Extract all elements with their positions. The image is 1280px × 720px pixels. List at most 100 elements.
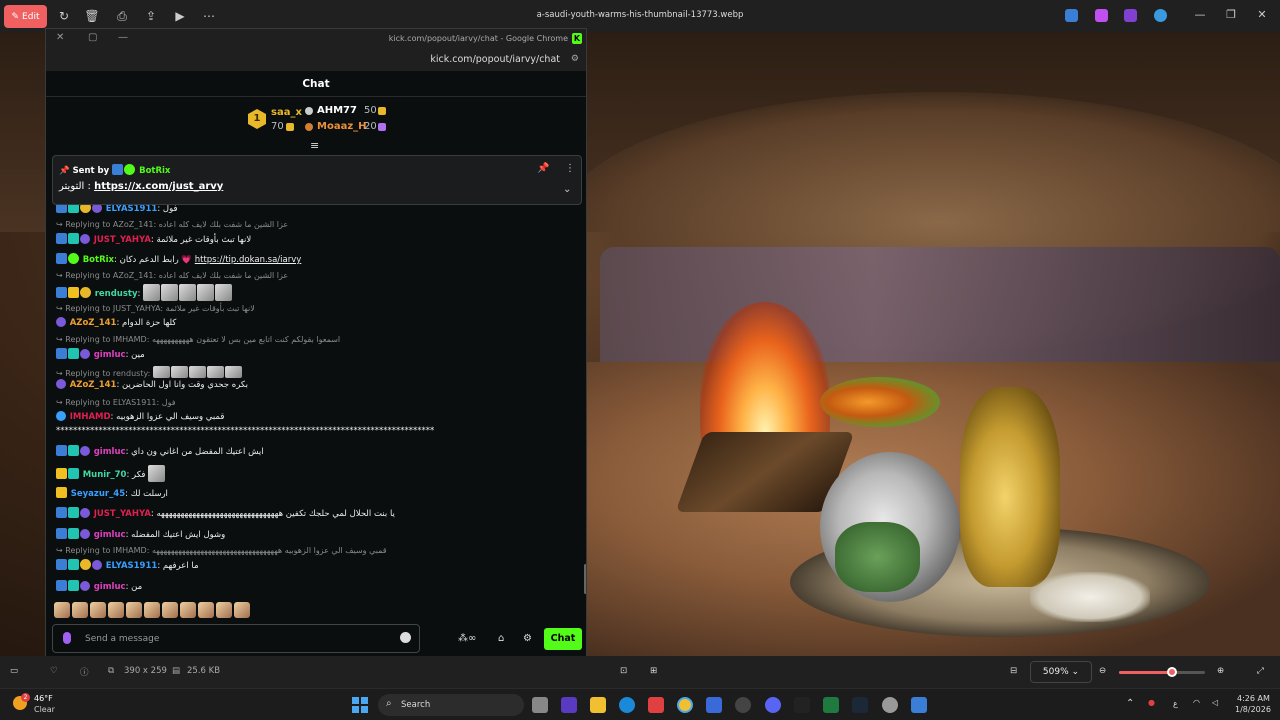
emote[interactable] [216,602,232,618]
share-icon[interactable]: ⇪ [143,8,159,24]
emote[interactable] [108,602,124,618]
emote[interactable] [72,602,88,618]
taskbar-search[interactable]: ⌕ Search [378,694,524,716]
emote[interactable] [54,602,70,618]
chat-username[interactable]: ELYAS1911 [106,561,158,571]
wifi-icon[interactable]: ◠ [1193,698,1200,707]
zoom-out-icon[interactable]: ⊖ [1099,666,1106,676]
leader-third-name[interactable]: Moaaz_H [317,121,367,132]
zoom-in-icon[interactable]: ⊕ [1217,666,1224,676]
collapse-leaderboard-icon[interactable]: ≡ [310,139,319,152]
photos-icon[interactable] [911,697,927,713]
emote[interactable] [144,602,160,618]
chat-scrollbar[interactable] [584,564,586,594]
task-view-icon[interactable] [532,697,548,713]
chat-username[interactable]: JUST_YAHYA [94,509,151,519]
emote[interactable] [162,602,178,618]
print-icon[interactable]: ⎙ [114,8,130,24]
chat-username[interactable]: gimluc [94,447,126,457]
reply-indicator[interactable]: ↪ Replying to JUST_YAHYA: لانها تبث بأوق… [56,304,576,313]
steam-icon[interactable] [852,697,868,713]
store-icon[interactable]: ⌂ [498,633,504,644]
chat-username[interactable]: gimluc [94,582,126,592]
pinned-link[interactable]: https://x.com/just_arvy [94,181,223,192]
chat-username[interactable]: rendusty [95,289,138,299]
emote[interactable] [143,284,161,301]
close-icon[interactable]: ✕ [1254,8,1270,21]
edit-button[interactable]: ✎ Edit [4,5,47,28]
emote[interactable] [126,602,142,618]
weather-temp[interactable]: 46°F [34,694,53,703]
close-icon[interactable]: ✕ [56,32,64,43]
edge-icon[interactable] [619,697,635,713]
chat-link[interactable]: https://tip.dokan.sa/iarvy [195,255,302,265]
delete-icon[interactable]: 🗑 [84,8,100,24]
weather-condition[interactable]: Clear [34,705,55,714]
mail-icon[interactable] [706,697,722,713]
emoji-icon[interactable] [400,632,411,643]
discord-icon[interactable] [765,697,781,713]
send-chat-button[interactable]: Chat [544,628,582,650]
language-indicator[interactable]: ع [1173,699,1178,708]
kick-points-icon[interactable]: ⁂∞ [458,633,476,644]
chat-username[interactable]: AZoZ_141 [70,318,117,328]
chat-username[interactable]: IMHAMD [70,412,111,422]
more-icon[interactable]: ⋯ [201,8,217,24]
filmstrip-icon[interactable]: ▭ [10,666,18,676]
reply-indicator[interactable]: ↪ Replying to ELYAS1911: فول [56,398,576,407]
emote[interactable] [198,602,214,618]
emote[interactable] [215,284,233,301]
store-icon[interactable] [648,697,664,713]
volume-icon[interactable]: ◁ [1212,698,1218,707]
message-input[interactable]: Send a message [52,624,420,653]
kebab-menu-icon[interactable]: ⋮ [565,163,575,174]
chrome-icon[interactable] [677,697,693,713]
settings-icon[interactable] [882,697,898,713]
reply-indicator[interactable]: ↪ Replying to AZoZ_141: عزا الشين ما شفت… [56,220,576,229]
app-icon-2[interactable] [1095,9,1108,22]
app-icon-1[interactable] [1065,9,1078,22]
crop-icon[interactable]: ⊞ [650,666,657,676]
zoom-slider-thumb[interactable] [1167,667,1177,677]
emote[interactable] [161,284,179,301]
info-icon[interactable]: ⓘ [80,666,89,678]
zoom-slider[interactable] [1119,671,1205,674]
file-explorer-icon[interactable] [590,697,606,713]
leader-first-name[interactable]: saa_x [271,107,302,118]
actual-size-icon[interactable]: ⊟ [1010,666,1017,676]
emote[interactable] [90,602,106,618]
gear-icon[interactable]: ⚙ [523,633,532,644]
site-settings-icon[interactable]: ⚙ [571,54,579,64]
chat-username[interactable]: BotRix [83,255,114,265]
chat-username[interactable]: JUST_YAHYA [94,235,151,245]
chat-username[interactable]: ELYAS1911 [106,205,158,214]
rotate-icon[interactable]: ↻ [56,8,72,24]
excel-icon[interactable] [823,697,839,713]
chevron-down-icon[interactable]: ⌄ [563,184,571,195]
mic-icon[interactable] [63,632,71,644]
app-icon[interactable] [561,697,577,713]
maximize-icon[interactable]: ▢ [88,32,97,43]
emote[interactable] [148,465,166,482]
reply-indicator[interactable]: ↪ Replying to AZoZ_141: عزا الشين ما شفت… [56,271,576,280]
emote[interactable] [179,284,197,301]
emote[interactable] [197,284,215,301]
minimize-icon[interactable]: — [118,32,128,43]
url-bar[interactable]: kick.com/popout/iarvy/chat ⚙ [46,49,586,71]
chat-username[interactable]: Munir_70 [83,470,127,480]
clock-date[interactable]: 1/8/2026 [1235,705,1271,714]
app-icon[interactable] [735,697,751,713]
cloud-icon[interactable] [1154,9,1167,22]
chevron-up-icon[interactable]: ⌃ [1126,698,1134,709]
emote[interactable] [180,602,196,618]
slideshow-icon[interactable]: ▶ [172,8,188,24]
chat-username[interactable]: Seyazur_45 [71,489,125,499]
maximize-icon[interactable]: ❐ [1223,8,1239,21]
chat-username[interactable]: gimluc [94,350,126,360]
pinned-sender-name[interactable]: BotRix [139,166,170,176]
chat-username[interactable]: gimluc [94,530,126,540]
reply-indicator[interactable]: ↪ Replying to rendusty: [56,366,576,378]
chat-username[interactable]: AZoZ_141 [70,380,117,390]
leader-second-name[interactable]: AHM77 [317,105,357,116]
clock-time[interactable]: 4:26 AM [1237,694,1270,703]
